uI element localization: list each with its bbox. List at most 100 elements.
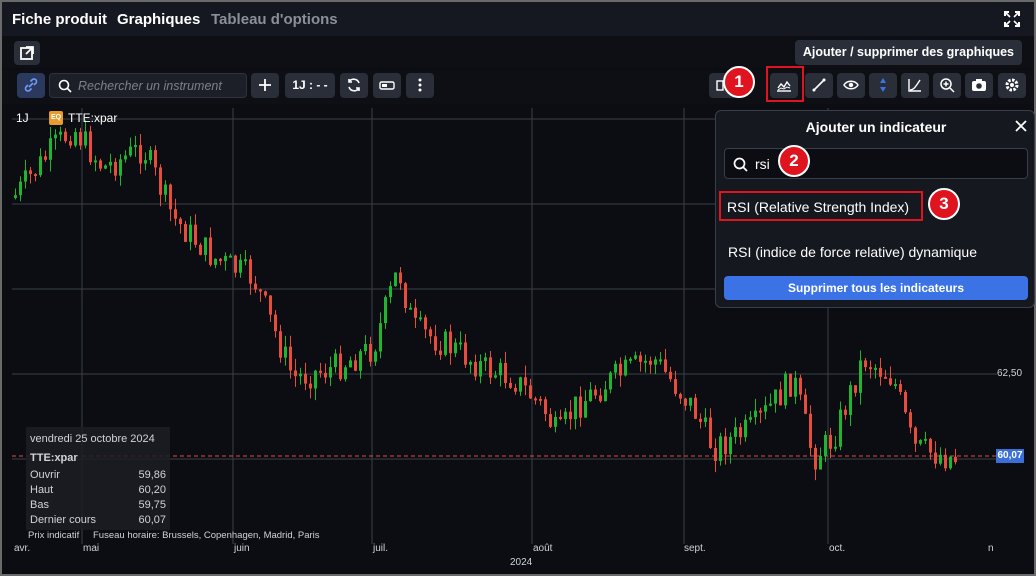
- candle-body: [679, 393, 682, 399]
- candle-body: [384, 297, 387, 324]
- add-instrument-button[interactable]: [251, 73, 279, 98]
- candle-body: [469, 361, 472, 365]
- candle-body: [394, 272, 397, 287]
- more-options-button[interactable]: [406, 73, 434, 98]
- candle-body: [234, 255, 237, 273]
- candle-body: [369, 343, 372, 362]
- delete-all-indicators-button[interactable]: Supprimer tous les indicateurs: [724, 276, 1028, 300]
- popup-title: Ajouter un indicateur: [805, 119, 947, 135]
- indicator-result-dynamic-rsi[interactable]: RSI (indice de force relative) dynamique: [728, 244, 977, 260]
- tab-fiche-produit[interactable]: Fiche produit: [12, 11, 107, 28]
- symbol-label: TTE:xpar: [68, 111, 118, 125]
- candle-body: [404, 283, 407, 309]
- candle-body: [704, 417, 707, 422]
- candle-body: [694, 397, 697, 419]
- candle-body: [949, 456, 952, 469]
- candle-body: [309, 383, 312, 389]
- tooltip-symbol: TTE:xpar: [30, 452, 78, 464]
- scale-button[interactable]: [901, 73, 929, 98]
- candle-body: [814, 447, 817, 470]
- open-external-button[interactable]: [14, 41, 40, 65]
- candle-body: [74, 132, 77, 146]
- candle-body: [834, 446, 837, 449]
- camera-icon: [972, 79, 986, 91]
- candle-body: [779, 389, 782, 406]
- time-tick-label: août: [533, 543, 553, 554]
- candle-body: [214, 258, 217, 265]
- candle-body: [734, 427, 737, 437]
- link-icon: [24, 78, 38, 92]
- indicator-search-value: rsi: [755, 156, 770, 172]
- refresh-button[interactable]: [340, 73, 368, 98]
- candle-body: [484, 357, 487, 362]
- candle-body: [24, 170, 27, 182]
- search-icon: [733, 157, 748, 172]
- candle-body: [579, 396, 582, 418]
- candle-body: [894, 384, 897, 387]
- candle-body: [879, 367, 882, 377]
- candle-body: [944, 454, 947, 469]
- period-label: 1J: [16, 111, 29, 125]
- candle-body: [99, 160, 102, 169]
- price-tick-label: 62,50: [997, 368, 1023, 379]
- candle-body: [539, 398, 542, 401]
- candle-body: [14, 195, 17, 198]
- candle-body: [129, 146, 132, 156]
- compare-button[interactable]: [373, 73, 401, 98]
- candle-body: [499, 362, 502, 376]
- candle-body: [534, 398, 537, 401]
- log-scale-icon: [908, 79, 921, 92]
- candle-body: [804, 394, 807, 414]
- candle-body: [849, 385, 852, 415]
- candle-body: [624, 359, 627, 376]
- candle-body: [79, 132, 82, 146]
- instrument-search-input[interactable]: Rechercher un instrument: [49, 73, 247, 98]
- candle-body: [159, 167, 162, 195]
- candle-body: [899, 384, 902, 392]
- candle-body: [654, 359, 657, 365]
- candle-body: [644, 360, 647, 363]
- add-remove-charts-button[interactable]: Ajouter / supprimer des graphiques: [794, 40, 1022, 65]
- candle-body: [874, 367, 877, 370]
- candle-body: [109, 161, 112, 166]
- zoom-button[interactable]: [933, 73, 961, 98]
- candle-body: [649, 360, 652, 365]
- candle-body: [169, 184, 172, 210]
- link-button[interactable]: [17, 73, 45, 98]
- candle-body: [439, 350, 442, 355]
- indicator-result-rsi[interactable]: RSI (Relative Strength Index): [719, 191, 923, 221]
- candle-body: [454, 342, 457, 354]
- screenshot-button[interactable]: [965, 73, 993, 98]
- candle-body: [354, 360, 357, 371]
- candle-body: [409, 307, 412, 310]
- tooltip-row-label: Bas: [30, 499, 49, 511]
- eye-icon: [843, 80, 859, 90]
- candle-body: [189, 224, 192, 242]
- candle-body: [549, 414, 552, 427]
- candle-body: [29, 170, 32, 175]
- tab-graphiques[interactable]: Graphiques: [117, 11, 200, 28]
- candle-body: [184, 224, 187, 242]
- candle-body: [724, 436, 727, 455]
- candle-body: [164, 184, 167, 195]
- candle-body: [229, 255, 232, 258]
- fullscreen-icon[interactable]: [1004, 11, 1020, 27]
- magnet-button[interactable]: [869, 73, 897, 98]
- close-icon[interactable]: [1014, 119, 1028, 133]
- resolution-button[interactable]: 1J : - -: [285, 73, 335, 98]
- candle-body: [89, 131, 92, 163]
- tooltip-row-label: Dernier cours: [30, 514, 97, 526]
- draw-line-button[interactable]: [805, 73, 833, 98]
- candle-body: [179, 218, 182, 225]
- candle-body: [729, 436, 732, 455]
- candle-body: [279, 331, 282, 358]
- tooltip-row: Haut 60,20: [30, 484, 166, 496]
- candle-body: [749, 417, 752, 420]
- settings-button[interactable]: [998, 73, 1026, 98]
- tab-tableau-options[interactable]: Tableau d'options: [211, 11, 338, 28]
- tooltip-row: Dernier cours 60,07: [30, 514, 166, 526]
- indicator-search-input[interactable]: rsi: [724, 148, 1028, 179]
- visibility-button[interactable]: [837, 73, 865, 98]
- zoom-in-icon: [940, 78, 955, 93]
- candle-body: [854, 385, 857, 393]
